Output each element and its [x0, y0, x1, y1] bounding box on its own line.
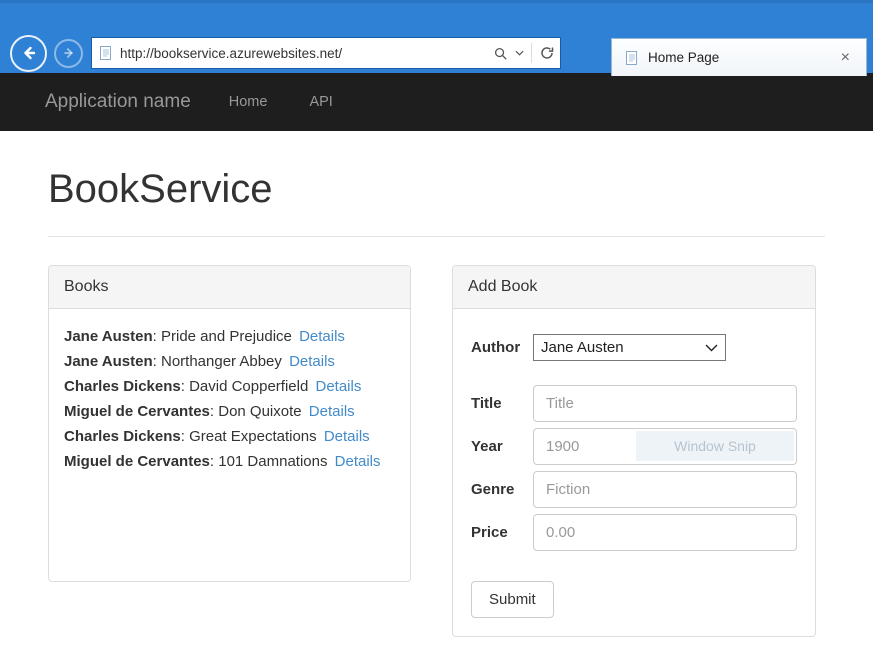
book-title: Great Expectations: [189, 428, 317, 445]
tab-page-icon: [624, 50, 640, 66]
book-separator: :: [210, 403, 218, 420]
author-label: Author: [471, 339, 533, 356]
book-title: Don Quixote: [218, 403, 301, 420]
divider: [48, 236, 825, 237]
nav-link-home[interactable]: Home: [229, 94, 268, 110]
book-title: Northanger Abbey: [161, 353, 282, 370]
book-details-link[interactable]: Details: [299, 328, 345, 345]
add-book-panel-title: Add Book: [453, 266, 815, 309]
book-row: Charles Dickens: Great Expectations Deta…: [64, 424, 395, 449]
browser-chrome: http://bookservice.azurewebsites.net/: [0, 0, 873, 73]
book-title: David Copperfield: [189, 378, 308, 395]
book-row: Jane Austen: Northanger Abbey Details: [64, 349, 395, 374]
book-row: Jane Austen: Pride and Prejudice Details: [64, 324, 395, 349]
book-title: 101 Damnations: [218, 453, 327, 470]
page-title: BookService: [48, 167, 825, 212]
book-row: Charles Dickens: David Copperfield Detai…: [64, 374, 395, 399]
navbar: Application name Home API: [0, 73, 873, 131]
url-text[interactable]: http://bookservice.azurewebsites.net/: [120, 46, 493, 61]
book-author: Jane Austen: [64, 328, 153, 345]
address-bar[interactable]: http://bookservice.azurewebsites.net/: [91, 37, 561, 69]
genre-label: Genre: [471, 481, 533, 498]
add-book-panel: Add Book Author Jane Austen Title: [452, 265, 816, 637]
close-tab-button[interactable]: ×: [837, 49, 854, 67]
back-button[interactable]: [10, 35, 47, 72]
address-bar-divider: [531, 43, 532, 63]
page-content: BookService Books Jane Austen: Pride and…: [0, 167, 873, 637]
title-label: Title: [471, 395, 533, 412]
tab-title: Home Page: [648, 50, 719, 65]
book-author: Charles Dickens: [64, 378, 181, 395]
select-chevron-icon: [705, 344, 718, 352]
book-row: Miguel de Cervantes: 101 Damnations Deta…: [64, 449, 395, 474]
book-details-link[interactable]: Details: [289, 353, 335, 370]
page-icon: [98, 45, 114, 61]
book-details-link[interactable]: Details: [309, 403, 355, 420]
forward-arrow-icon: [62, 46, 76, 60]
book-title: Pride and Prejudice: [161, 328, 292, 345]
browser-window: http://bookservice.azurewebsites.net/: [0, 0, 873, 647]
price-input[interactable]: [533, 514, 797, 551]
book-author: Charles Dickens: [64, 428, 181, 445]
books-panel-title: Books: [49, 266, 410, 309]
book-details-link[interactable]: Details: [335, 453, 381, 470]
book-separator: :: [210, 453, 218, 470]
book-details-link[interactable]: Details: [315, 378, 361, 395]
book-row: Miguel de Cervantes: Don Quixote Details: [64, 399, 395, 424]
book-author: Miguel de Cervantes: [64, 403, 210, 420]
search-dropdown-chevron-icon[interactable]: [515, 50, 524, 56]
book-separator: :: [181, 428, 189, 445]
book-separator: :: [153, 328, 161, 345]
forward-button[interactable]: [54, 39, 83, 68]
genre-input[interactable]: [533, 471, 797, 508]
author-select[interactable]: Jane Austen: [533, 334, 726, 361]
author-select-value: Jane Austen: [541, 339, 624, 356]
book-list: Jane Austen: Pride and Prejudice Details…: [49, 309, 410, 581]
back-arrow-icon: [20, 44, 38, 62]
nav-link-api[interactable]: API: [309, 94, 332, 110]
book-separator: :: [153, 353, 161, 370]
books-panel: Books Jane Austen: Pride and Prejudice D…: [48, 265, 411, 582]
tab-home-page[interactable]: Home Page ×: [611, 38, 867, 76]
book-separator: :: [181, 378, 189, 395]
submit-button[interactable]: Submit: [471, 581, 554, 618]
book-author: Miguel de Cervantes: [64, 453, 210, 470]
navbar-brand[interactable]: Application name: [45, 91, 191, 113]
book-details-link[interactable]: Details: [324, 428, 370, 445]
book-author: Jane Austen: [64, 353, 153, 370]
search-icon[interactable]: [493, 46, 508, 61]
year-input[interactable]: [533, 428, 797, 465]
year-label: Year: [471, 438, 533, 455]
refresh-icon[interactable]: [539, 45, 555, 61]
price-label: Price: [471, 524, 533, 541]
title-input[interactable]: [533, 385, 797, 422]
